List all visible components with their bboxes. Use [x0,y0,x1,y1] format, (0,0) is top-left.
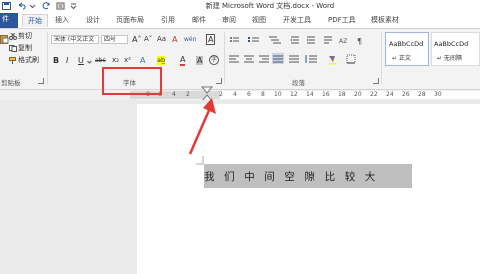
decrease-indent-icon[interactable] [290,36,299,44]
style-normal-sample: AaBbCcDd [389,40,424,48]
ruler-number: 4 [172,91,176,98]
tab-mailings[interactable]: 邮件 [192,14,206,26]
copy-icon[interactable] [9,45,17,52]
ruler-number: 6 [247,91,251,98]
line-spacing-icon[interactable] [305,55,317,63]
ribbon-tab-bar [0,12,480,28]
show-marks-icon[interactable]: ¶ [357,37,362,46]
ruler-number: 12 [290,91,298,98]
paragraph-group-label: 段落 [292,79,305,87]
style-normal-name: ↵ 正文 [392,55,411,62]
shading-icon[interactable] [329,56,337,65]
annotation-arrow-icon [188,98,216,155]
tab-insert[interactable]: 插入 [55,14,69,26]
enclose-characters-button[interactable]: 字 [209,55,219,65]
tab-templates[interactable]: 模板素材 [371,14,399,26]
align-right-icon[interactable] [259,55,269,63]
ruler-number: 20 [354,91,362,98]
ruler-number: 10 [274,91,282,98]
tab-file[interactable]: 件 [0,13,18,28]
annotation-highlight-box [102,67,162,95]
underline-button[interactable]: U [78,56,84,65]
tab-developer[interactable]: 开发工具 [283,14,311,26]
bold-button[interactable]: B [53,56,59,65]
justify-icon[interactable] [272,53,284,64]
paragraph-dialog-launcher-icon[interactable] [373,78,379,84]
tab-design[interactable]: 设计 [86,14,100,26]
text-highlight-button[interactable]: ab̲ [157,56,166,65]
ruler-number: 28 [418,91,426,98]
numbering-icon[interactable] [248,37,259,42]
ruler-number: 22 [370,91,378,98]
tab-pdf-tools[interactable]: PDF工具 [328,14,356,26]
ruler-number: 24 [386,91,394,98]
style-no-spacing-sample: AaBbCcDd [434,40,469,48]
ruler-number: 8 [261,91,265,98]
copy-button[interactable]: 复制 [18,44,32,53]
character-border-button[interactable]: A [206,34,216,45]
cut-button[interactable]: 剪切 [18,32,32,41]
ribbon-separator [47,32,48,84]
format-painter-icon[interactable] [9,57,17,64]
strikethrough-button[interactable]: abc [95,56,106,65]
grow-font-button[interactable]: A˄ [132,35,141,44]
paste-icon[interactable] [0,34,9,44]
ribbon-separator [224,32,225,84]
paragraph-controls: AZ ¶ [229,36,362,65]
ribbon-separator [381,32,382,84]
style-no-spacing-name: ↵ 无间隔 [437,55,462,62]
align-center-icon[interactable] [244,55,254,63]
borders-icon[interactable] [346,54,356,64]
italic-button[interactable]: I [66,56,68,65]
ruler-number: 18 [338,91,346,98]
change-case-button[interactable]: Aa [157,35,166,44]
tab-page-layout[interactable]: 页面布局 [116,14,144,26]
ruler-number: 14 [306,91,314,98]
font-color-button[interactable]: A [180,55,186,66]
document-text[interactable]: 我们中间空隙比较大 [204,171,385,183]
ruler-number: 26 [402,91,410,98]
scissors-icon[interactable] [9,33,17,40]
window-title: 新建 Microsoft Word 文档.docx - Word [205,2,335,10]
clipboard-group-label: 剪贴板 [1,79,21,87]
font-size-combo[interactable]: 四号 [101,35,128,44]
ruler-number: 2 [219,91,223,98]
clear-format-button[interactable]: A [172,35,177,44]
svg-text:AZ: AZ [339,38,347,45]
character-shading-button[interactable]: A [196,56,204,65]
tab-view[interactable]: 视图 [252,14,266,26]
svg-text:¶: ¶ [357,37,362,46]
format-painter-button[interactable]: 格式刷 [18,56,39,65]
tab-home[interactable]: 开始 [22,14,48,27]
ruler-number: 4 [233,91,237,98]
sort-icon[interactable]: AZ [339,38,347,45]
phonetic-guide-button[interactable]: wén [184,35,196,44]
ruler-number: 16 [322,91,330,98]
clipboard-dialog-launcher-icon[interactable] [38,78,44,84]
chevron-down-icon[interactable] [87,60,92,64]
tab-review[interactable]: 审阅 [222,14,236,26]
tab-references[interactable]: 引用 [161,14,175,26]
multilevel-list-icon[interactable] [269,36,281,44]
subscript-button[interactable]: x₂ [112,56,119,65]
align-left-icon[interactable] [229,55,239,63]
text-effects-button[interactable]: A [140,56,145,65]
chinese-layout-icon[interactable] [324,36,332,44]
bullets-icon[interactable] [230,37,239,42]
distribute-icon[interactable] [289,55,299,63]
ruler-number: 30 [434,91,442,98]
font-name-combo[interactable]: 宋体 (中文正文 [51,35,99,44]
increase-indent-icon[interactable] [307,36,315,44]
shrink-font-button[interactable]: A˅ [144,35,152,44]
superscript-button[interactable]: x² [124,56,131,65]
font-dialog-launcher-icon[interactable] [216,78,222,84]
